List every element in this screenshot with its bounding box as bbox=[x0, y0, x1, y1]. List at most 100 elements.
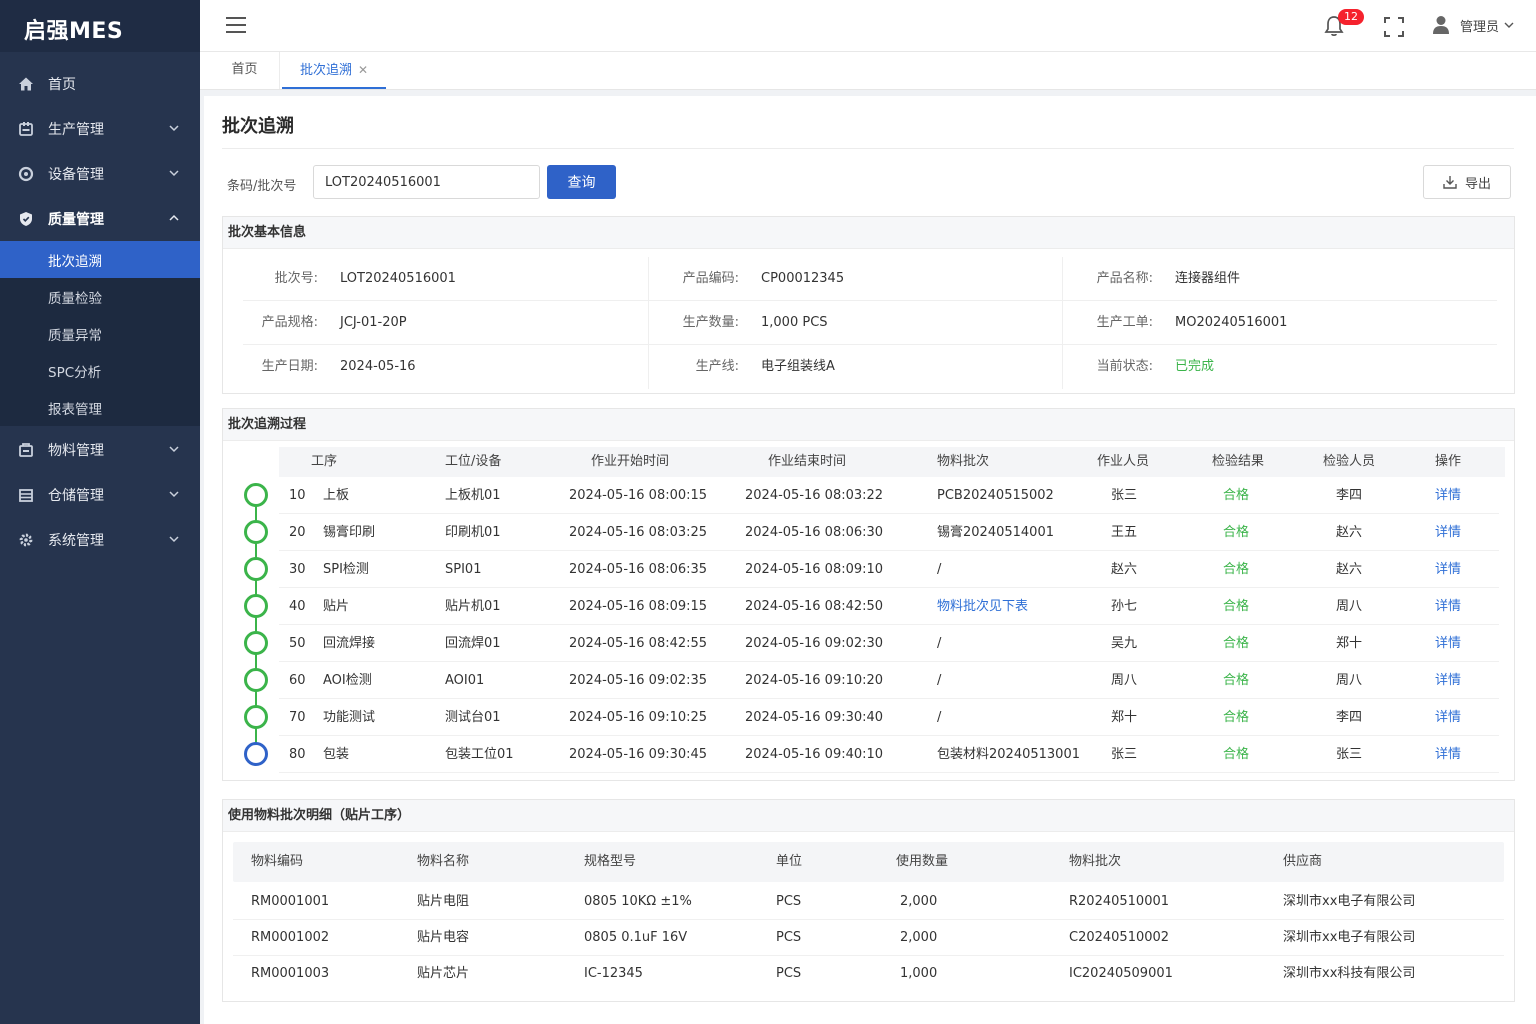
table-row: 50 回流焊接 回流焊01 2024-05-16 08:42:55 2024-05-16… bbox=[279, 625, 1499, 662]
sidebar-item-material[interactable]: 物料管理 bbox=[0, 427, 200, 472]
tab-batch-trace[interactable]: 批次追溯 ✕ bbox=[282, 52, 386, 89]
timeline-node bbox=[244, 631, 268, 655]
info-value: CP00012345 bbox=[761, 271, 845, 286]
divider bbox=[222, 148, 1514, 149]
column-header: 检验结果 bbox=[1212, 454, 1265, 469]
chevron-down-icon bbox=[169, 446, 179, 453]
cell-batch: / bbox=[937, 562, 942, 577]
info-value: MO20240516001 bbox=[1175, 315, 1288, 330]
cell-batch: / bbox=[937, 636, 942, 651]
tab-bar: 首页 批次追溯 ✕ bbox=[200, 52, 1536, 90]
table-row: 60 AOI检测 AOI01 2024-05-16 09:02:35 2024-05-1… bbox=[279, 662, 1499, 699]
cell-start: 2024-05-16 08:00:15 bbox=[569, 488, 708, 503]
table-row: 10 上板 上板机01 2024-05-16 08:00:15 2024-05-16 0… bbox=[279, 477, 1499, 514]
cell-worker: 王五 bbox=[1111, 525, 1138, 540]
cell-inspector: 赵六 bbox=[1336, 525, 1363, 540]
column-header: 供应商 bbox=[1283, 854, 1323, 869]
query-button[interactable]: 查询 bbox=[547, 165, 616, 199]
detail-link[interactable]: 详情 bbox=[1435, 736, 1461, 773]
chevron-down-icon bbox=[1504, 22, 1514, 28]
export-button[interactable]: 导出 bbox=[1423, 165, 1511, 199]
table-row: 30 SPI检测 SPI01 2024-05-16 08:06:35 2024-05-1… bbox=[279, 551, 1499, 588]
sidebar-subitem-inspection[interactable]: 质量检验 bbox=[0, 278, 200, 315]
cell-op: AOI检测 bbox=[323, 673, 372, 688]
sidebar-item-production[interactable]: 生产管理 bbox=[0, 106, 200, 151]
cell-start: 2024-05-16 08:09:15 bbox=[569, 599, 708, 614]
table-row: 70 功能测试 测试台01 2024-05-16 09:10:25 2024-05-16… bbox=[279, 699, 1499, 736]
fullscreen-icon[interactable] bbox=[1384, 17, 1404, 37]
batch-basic-info-panel: 批次基本信息 批次号: LOT20240516001 产品编码: CP0001234… bbox=[222, 216, 1515, 394]
cell-result: 合格 bbox=[1223, 488, 1250, 503]
detail-link[interactable]: 详情 bbox=[1435, 551, 1461, 588]
chevron-down-icon bbox=[169, 491, 179, 498]
cell-start: 2024-05-16 09:30:45 bbox=[569, 747, 708, 762]
detail-link[interactable]: 详情 bbox=[1435, 514, 1461, 551]
cell-inspector: 李四 bbox=[1336, 710, 1363, 725]
column-header: 作业结束时间 bbox=[768, 454, 847, 469]
cell-worker: 赵六 bbox=[1111, 562, 1138, 577]
sidebar-item-equipment[interactable]: 设备管理 bbox=[0, 151, 200, 196]
cell-batch[interactable]: 物料批次见下表 bbox=[937, 588, 1028, 625]
detail-link[interactable]: 详情 bbox=[1435, 477, 1461, 514]
column-header: 工序 bbox=[311, 454, 338, 469]
cell-end: 2024-05-16 08:03:22 bbox=[745, 488, 884, 503]
main-content: 批次追溯 条码/批次号 查询 导出 批次基本信息 批次号: LOT20240516… bbox=[204, 96, 1536, 1024]
query-label: 条码/批次号 bbox=[227, 179, 297, 194]
cell-station: 测试台01 bbox=[445, 710, 501, 725]
sidebar-subitem-exception[interactable]: 质量异常 bbox=[0, 315, 200, 352]
timeline-node bbox=[244, 594, 268, 618]
info-grid: 批次号: LOT20240516001 产品编码: CP00012345 产品名称:… bbox=[243, 257, 1497, 389]
cell-start: 2024-05-16 08:06:35 bbox=[569, 562, 708, 577]
cell-seq: 70 bbox=[289, 710, 306, 725]
cell-inspector: 周八 bbox=[1336, 673, 1363, 688]
column-header: 物料名称 bbox=[417, 854, 470, 869]
column-header: 检验人员 bbox=[1323, 454, 1376, 469]
cell-start: 2024-05-16 08:42:55 bbox=[569, 636, 708, 651]
info-label: 生产线: bbox=[695, 359, 739, 374]
tab-home[interactable]: 首页 bbox=[210, 52, 280, 89]
cell-seq: 20 bbox=[289, 525, 306, 540]
batch-search-input[interactable] bbox=[313, 165, 540, 199]
material-table-header: 物料编码 物料名称 规格型号 单位 使用数量 物料批次 供应商 bbox=[233, 842, 1504, 882]
sidebar-subitem-spc[interactable]: SPC分析 bbox=[0, 352, 200, 389]
detail-link[interactable]: 详情 bbox=[1435, 699, 1461, 736]
cell-spec: 0805 0.1uF 16V bbox=[584, 930, 688, 945]
cell-inspector: 李四 bbox=[1336, 488, 1363, 503]
cell-worker: 张三 bbox=[1111, 488, 1138, 503]
sidebar-item-system[interactable]: 系统管理 bbox=[0, 517, 200, 562]
menu-toggle-icon[interactable] bbox=[226, 16, 246, 34]
quality-submenu: 批次追溯 质量检验 质量异常 SPC分析 报表管理 bbox=[0, 241, 200, 426]
panel-title: 批次基本信息 bbox=[223, 217, 1514, 249]
detail-link[interactable]: 详情 bbox=[1435, 625, 1461, 662]
cell-batch: 锡膏20240514001 bbox=[937, 525, 1054, 540]
close-icon[interactable]: ✕ bbox=[358, 63, 368, 77]
column-header: 作业人员 bbox=[1097, 454, 1150, 469]
sidebar-item-quality[interactable]: 质量管理 bbox=[0, 196, 200, 241]
top-bar: 12 管理员 bbox=[200, 0, 1536, 52]
cell-seq: 50 bbox=[289, 636, 306, 651]
batch-trace-panel: 批次追溯过程 工序 工位/设备 作业开始时间 作业结束时间 物料批次 作业人员 … bbox=[222, 408, 1515, 781]
cell-station: 贴片机01 bbox=[445, 599, 501, 614]
sidebar-subitem-batch-trace[interactable]: 批次追溯 bbox=[0, 241, 200, 278]
sidebar-item-warehouse[interactable]: 仓储管理 bbox=[0, 472, 200, 517]
cell-station: 印刷机01 bbox=[445, 525, 501, 540]
info-label: 产品编码: bbox=[682, 271, 739, 286]
cell-end: 2024-05-16 09:40:10 bbox=[745, 747, 884, 762]
user-menu[interactable]: 管理员 bbox=[1432, 15, 1514, 35]
panel-title: 批次追溯过程 bbox=[223, 409, 1514, 441]
status-value: 已完成 bbox=[1175, 359, 1215, 374]
info-row: 批次号: LOT20240516001 产品编码: CP00012345 产品名称:… bbox=[243, 257, 1497, 301]
sidebar-item-home[interactable]: 首页 bbox=[0, 61, 200, 106]
sidebar-item-label: 物料管理 bbox=[48, 442, 104, 459]
detail-link[interactable]: 详情 bbox=[1435, 588, 1461, 625]
cell-code: RM0001003 bbox=[251, 966, 330, 981]
cell-op: 回流焊接 bbox=[323, 636, 376, 651]
cell-qty: 2,000 bbox=[900, 894, 938, 909]
cell-worker: 周八 bbox=[1111, 673, 1138, 688]
table-row: RM0001001 贴片电阻 0805 10KΩ ±1% PCS 2,000 R20240… bbox=[233, 884, 1504, 920]
timeline-node bbox=[244, 520, 268, 544]
column-header: 单位 bbox=[776, 854, 803, 869]
detail-link[interactable]: 详情 bbox=[1435, 662, 1461, 699]
cell-seq: 60 bbox=[289, 673, 306, 688]
sidebar-subitem-reports[interactable]: 报表管理 bbox=[0, 389, 200, 426]
